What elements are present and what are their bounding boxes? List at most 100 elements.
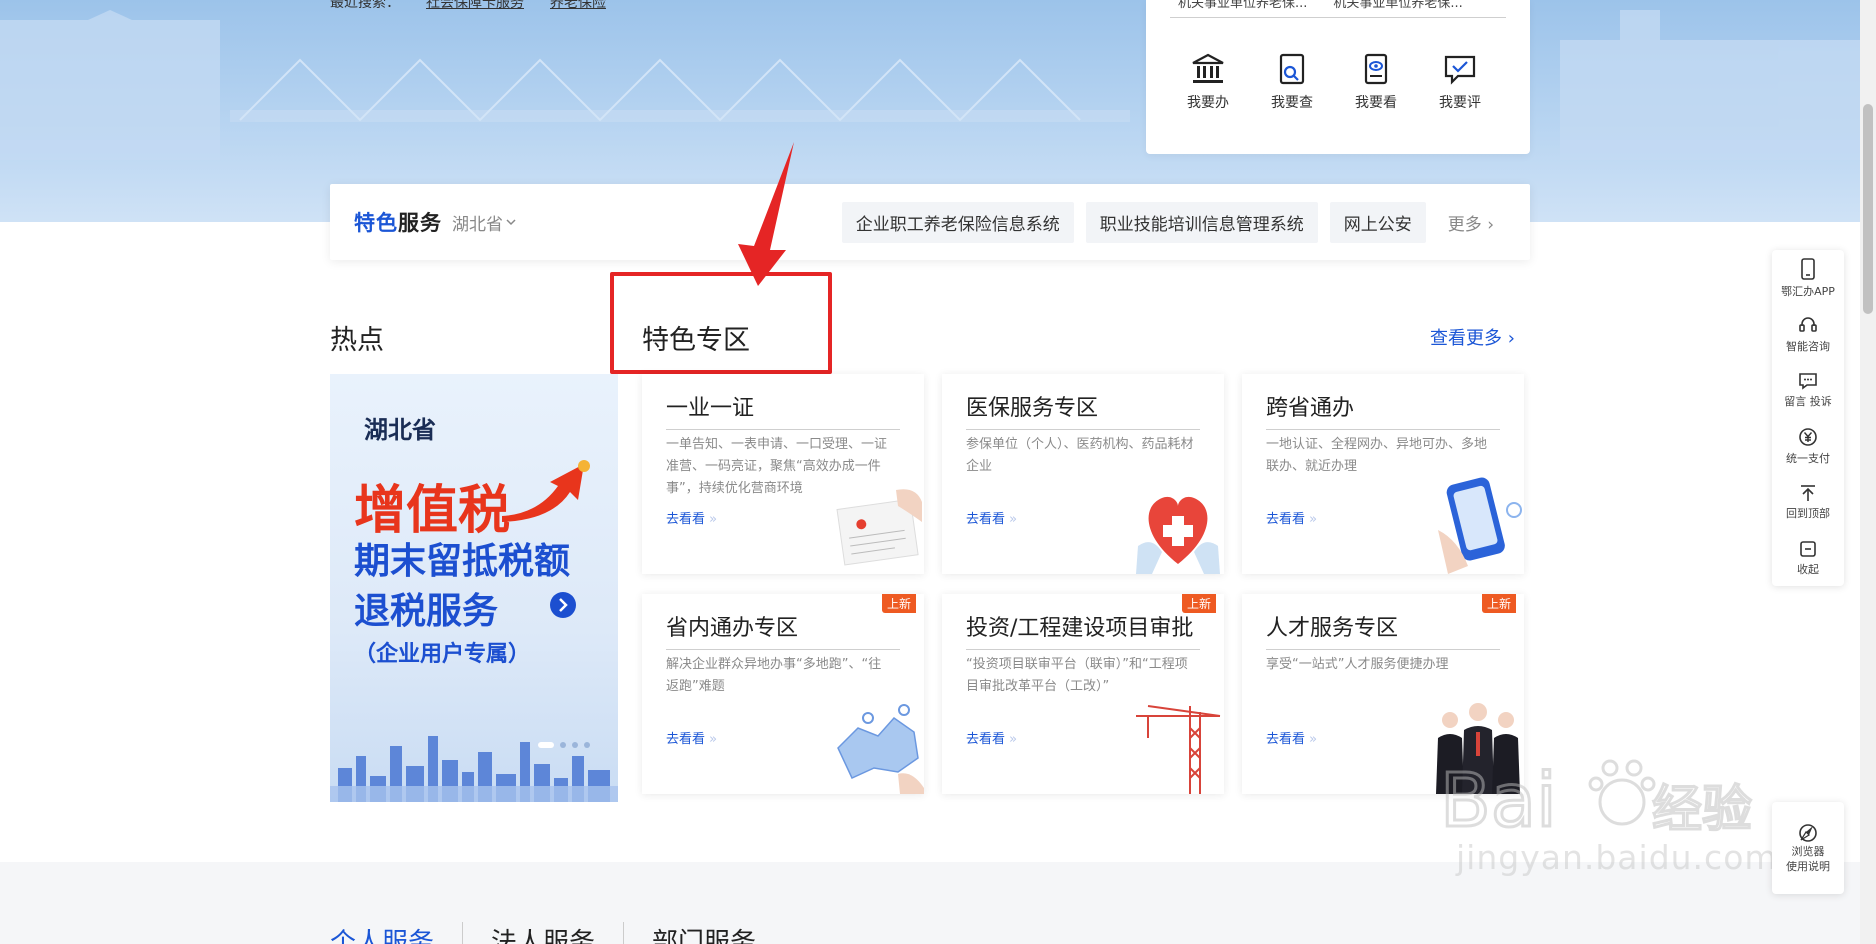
card-go-link[interactable]: 去看看 » [1266, 508, 1317, 527]
zone-card-talent-services[interactable]: 上新 人才服务专区 享受“一站式”人才服务便捷办理 去看看 » [1242, 594, 1524, 794]
tab-personal-services[interactable]: 个人服务 [330, 922, 464, 944]
search-document-icon [1279, 53, 1305, 85]
side-item-message[interactable]: 留言 投诉 [1772, 362, 1844, 418]
card-description: 参保单位（个人）、医药机构、药品耗材企业 [966, 437, 1194, 474]
page-scrollbar-thumb[interactable] [1863, 104, 1873, 314]
news-item[interactable]: 机关事业单位养老保... [1178, 0, 1307, 17]
quick-item-view[interactable]: 我要看 [1334, 52, 1418, 112]
tower-crane-illustration [1136, 705, 1221, 794]
quick-item-label: 我要办 [1187, 95, 1229, 111]
card-go-link[interactable]: 去看看 » [966, 508, 1017, 527]
card-go-label: 去看看 [966, 732, 1006, 747]
card-go-link[interactable]: 去看看 » [966, 728, 1017, 747]
card-go-link[interactable]: 去看看 » [666, 508, 717, 527]
view-more-link[interactable]: 查看更多 › [1430, 324, 1515, 350]
annotation-arrow-icon [738, 142, 794, 286]
view-more-label: 查看更多 [1430, 328, 1502, 349]
card-go-label: 去看看 [666, 512, 706, 527]
region-selector[interactable]: 湖北省 [452, 210, 516, 235]
quick-item-handle[interactable]: 我要办 [1166, 52, 1250, 112]
banner-arrow-icon[interactable] [550, 592, 576, 618]
phone-icon [1801, 257, 1815, 280]
double-chevron-icon: » [709, 512, 718, 527]
card-go-link[interactable]: 去看看 » [1266, 728, 1317, 747]
quick-item-evaluate[interactable]: 我要评 [1418, 52, 1502, 112]
recent-search-link[interactable]: 养老保险 [550, 0, 606, 12]
card-go-link[interactable]: 去看看 » [666, 728, 717, 747]
business-people-illustration [1436, 703, 1520, 794]
more-label: 更多 [1447, 214, 1482, 235]
browser-help-button[interactable]: 浏览器 使用说明 [1772, 802, 1844, 894]
recent-search-label: 最近搜索： [330, 0, 400, 11]
card-go-label: 去看看 [966, 512, 1006, 527]
side-item-label: 智能咨询 [1786, 339, 1830, 353]
card-title: 投资/工程建设项目审批 [966, 610, 1200, 650]
double-chevron-icon: » [1009, 512, 1018, 527]
tab-department-services[interactable]: 部门服务 [624, 922, 784, 944]
recent-search-link[interactable]: 社会保障卡服务 [426, 0, 524, 12]
card-description: 解决企业群众异地办事“多地跑”、“往返跑”难题 [666, 657, 882, 694]
double-chevron-icon: » [709, 732, 718, 747]
side-item-payment[interactable]: 统一支付 [1772, 418, 1844, 474]
feature-services-bar: 特色服务 湖北省 企业职工养老保险信息系统 职业技能培训信息管理系统 网上公安 … [330, 184, 1530, 260]
side-item-label: 鄂汇办APP [1781, 284, 1835, 298]
card-go-label: 去看看 [1266, 732, 1306, 747]
card-description: 享受“一站式”人才服务便捷办理 [1266, 657, 1449, 672]
quick-item-query[interactable]: 我要查 [1250, 52, 1334, 112]
region-label: 湖北省 [452, 214, 503, 235]
vat-refund-banner[interactable]: 湖北省 增值税 期末留抵税额 退税服务 （企业用户专属） [330, 374, 618, 802]
banner-line-1: 期末留抵税额 [354, 541, 571, 582]
zone-card-medical-insurance[interactable]: 医保服务专区 参保单位（个人）、医药机构、药品耗材企业 去看看 » [942, 374, 1224, 574]
card-go-label: 去看看 [666, 732, 706, 747]
card-go-label: 去看看 [1266, 512, 1306, 527]
card-title: 人才服务专区 [1266, 610, 1500, 650]
recent-search-links: 最近搜索： 社会保障卡服务 养老保险 [330, 0, 606, 12]
card-title: 跨省通办 [1266, 390, 1500, 430]
svg-text:经验: 经验 [1652, 780, 1752, 838]
medical-heart-illustration [1136, 496, 1220, 574]
zone-card-construction-approval[interactable]: 上新 投资/工程建设项目审批 “投资项目联审平台（联审）”和“工程项目审批改革平… [942, 594, 1224, 794]
province-map-illustration [837, 704, 924, 794]
feature-title-accent: 特色 [354, 211, 398, 235]
certificate-illustration [836, 489, 922, 566]
city-skyline-illustration [330, 736, 618, 802]
quick-access-card: 机关事业单位养老保... 机关事业单位养老保... 我要办 我要查 我要看 我要… [1146, 0, 1530, 154]
card-title: 一业一证 [666, 390, 900, 430]
side-item-label: 留言 投诉 [1784, 394, 1832, 408]
service-category-section: 个人服务 法人服务 部门服务 [0, 862, 1860, 944]
quick-item-label: 我要看 [1355, 95, 1397, 111]
zone-card-cross-province[interactable]: 跨省通办 一地认证、全程网办、异地可办、多地联办、就近办理 去看看 » [1242, 374, 1524, 574]
side-item-back-to-top[interactable]: 回到顶部 [1772, 474, 1844, 530]
side-item-consult[interactable]: 智能咨询 [1772, 306, 1844, 362]
zone-card-one-industry[interactable]: 一业一证 一单告知、一表申请、一口受理、一证准营、一码亮证，聚焦“高效办成一件事… [642, 374, 924, 574]
card-title: 省内通办专区 [666, 610, 900, 650]
feature-link-pension[interactable]: 企业职工养老保险信息系统 [841, 201, 1074, 243]
tab-corporate-services[interactable]: 法人服务 [463, 922, 625, 944]
browser-help-line-2: 使用说明 [1786, 860, 1830, 873]
feature-services-title: 特色服务 [354, 207, 442, 237]
side-item-collapse[interactable]: 收起 [1772, 530, 1844, 586]
side-item-app[interactable]: 鄂汇办APP [1772, 250, 1844, 306]
news-item[interactable]: 机关事业单位养老保... [1333, 0, 1462, 17]
banner-province: 湖北省 [364, 416, 436, 444]
service-category-tabs: 个人服务 法人服务 部门服务 [330, 922, 784, 944]
feature-link-police[interactable]: 网上公安 [1329, 201, 1426, 243]
browser-help-line-1: 浏览器 [1791, 845, 1825, 858]
double-chevron-icon: » [1309, 512, 1318, 527]
quick-item-label: 我要查 [1271, 95, 1313, 111]
headset-icon [1799, 316, 1817, 332]
feature-more-link[interactable]: 更多 › [1448, 210, 1494, 235]
banner-line-2: 退税服务 [354, 591, 499, 632]
feature-link-training[interactable]: 职业技能培训信息管理系统 [1085, 201, 1318, 243]
side-item-label: 回到顶部 [1786, 506, 1830, 520]
chevron-right-icon: › [1507, 328, 1515, 349]
floating-toolbar: 鄂汇办APP 智能咨询 留言 投诉 统一支付 回到顶部 收起 [1772, 250, 1844, 586]
zone-card-in-province[interactable]: 上新 省内通办专区 解决企业群众异地办事“多地跑”、“往返跑”难题 去看看 » [642, 594, 924, 794]
bank-building-icon [1192, 53, 1224, 83]
compass-icon [1799, 824, 1817, 842]
card-title: 医保服务专区 [966, 390, 1200, 430]
comment-check-icon [1444, 55, 1476, 85]
double-chevron-icon: » [1009, 732, 1018, 747]
feature-title-dark: 服务 [398, 211, 442, 235]
side-item-label: 收起 [1797, 562, 1819, 576]
